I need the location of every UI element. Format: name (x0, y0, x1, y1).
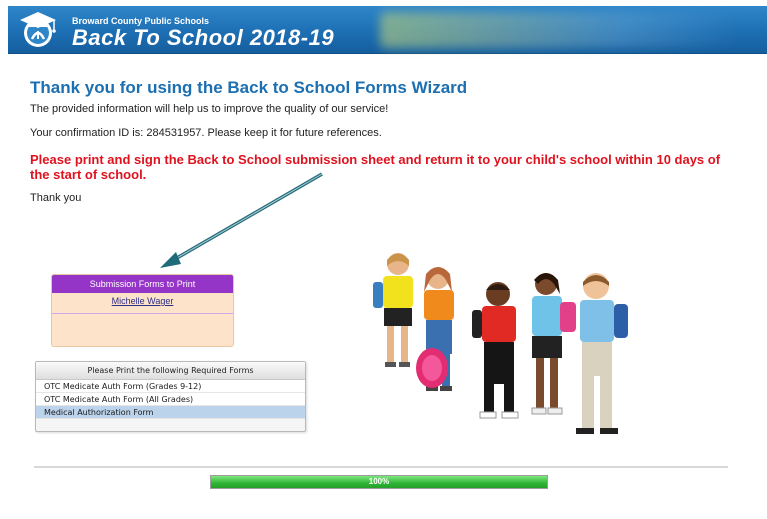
required-form-item[interactable]: OTC Medicate Auth Form (Grades 9-12) (36, 380, 305, 393)
footer-divider (34, 466, 728, 468)
required-form-item[interactable]: Medical Authorization Form (36, 406, 305, 419)
school-kids-illustration (373, 253, 628, 434)
progress-bar: 100% (210, 475, 548, 489)
student-name-link[interactable]: Michelle Wager (52, 296, 233, 306)
submission-box-divider (52, 313, 233, 314)
required-forms-list: Please Print the following Required Form… (35, 361, 306, 432)
submission-forms-box: Submission Forms to Print Michelle Wager (51, 274, 234, 347)
required-forms-header: Please Print the following Required Form… (36, 362, 305, 380)
progress-label: 100% (368, 477, 390, 486)
required-form-item[interactable]: OTC Medicate Auth Form (All Grades) (36, 393, 305, 406)
submission-forms-header: Submission Forms to Print (52, 275, 233, 293)
